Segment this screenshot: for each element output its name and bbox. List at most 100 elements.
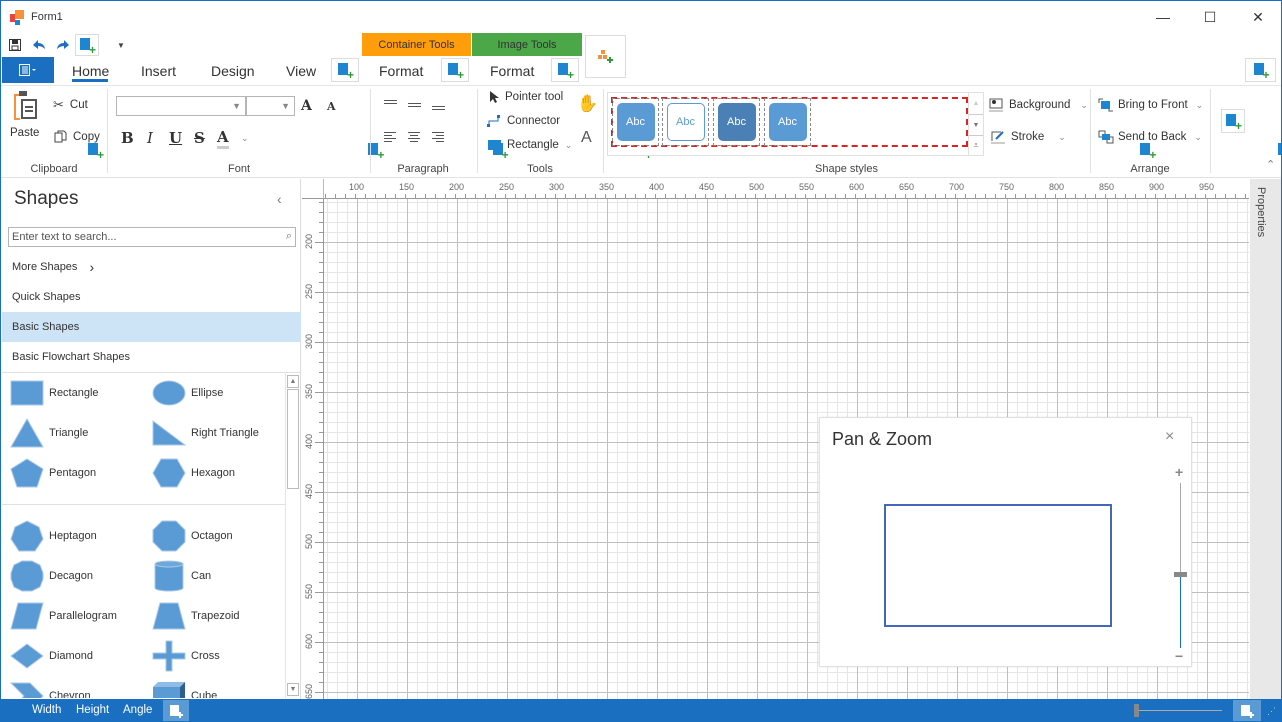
paste-label: Paste: [10, 127, 40, 139]
strikethrough-button[interactable]: S: [194, 129, 205, 147]
shape-item-chevron[interactable]: Chevron: [9, 676, 91, 698]
shape-item-right-triangle[interactable]: Right Triangle: [151, 413, 259, 453]
text-tool-button[interactable]: A: [581, 129, 592, 147]
shrink-font-button[interactable]: A: [327, 100, 336, 113]
resize-grip-icon[interactable]: ⋰: [1267, 706, 1276, 717]
bring-to-front-icon: [1098, 98, 1113, 112]
maximize-button[interactable]: ☐: [1186, 1, 1234, 33]
align-top-icon[interactable]: [384, 100, 397, 104]
underline-button[interactable]: U: [169, 129, 182, 147]
tab-design[interactable]: Design: [211, 57, 255, 84]
shape-item-octagon[interactable]: Octagon: [151, 516, 233, 556]
align-left-icon[interactable]: [384, 132, 396, 142]
arrange-extra-button[interactable]: [1221, 109, 1245, 133]
shape-item-triangle[interactable]: Triangle: [9, 413, 88, 453]
status-customize-button[interactable]: [163, 700, 189, 721]
bring-to-front-button[interactable]: Bring to Front ⌄: [1098, 98, 1203, 112]
qat-dropdown-button[interactable]: ▼: [111, 35, 131, 55]
shape-item-cross[interactable]: Cross: [151, 636, 220, 676]
tab-home[interactable]: Home: [72, 57, 109, 84]
gallery-scroll-up-button[interactable]: ▲: [969, 93, 983, 114]
redo-button[interactable]: [53, 35, 73, 55]
font-size-combo[interactable]: ▼: [246, 96, 295, 116]
view-extra-button[interactable]: [331, 58, 359, 82]
stroke-button[interactable]: Stroke ⌄: [991, 130, 1066, 144]
tab-format-image[interactable]: Format: [490, 57, 534, 84]
shape-style-item[interactable]: Abc: [662, 98, 709, 146]
category-quick-shapes[interactable]: Quick Shapes: [2, 282, 301, 312]
shape-item-ellipse[interactable]: Ellipse: [151, 373, 223, 413]
copy-button[interactable]: Copy: [54, 130, 100, 143]
undo-button[interactable]: [29, 35, 49, 55]
font-family-combo[interactable]: ▼: [116, 96, 246, 116]
font-color-dropdown-icon[interactable]: ⌄: [241, 133, 249, 144]
shapes-scrollbar[interactable]: ▲ ▼: [285, 374, 300, 698]
paste-button[interactable]: Paste: [10, 90, 44, 140]
scroll-up-button[interactable]: ▲: [287, 375, 299, 388]
align-right-icon[interactable]: [432, 132, 444, 142]
shape-item-can[interactable]: Can: [151, 556, 211, 596]
collapse-ribbon-button[interactable]: ⌃: [1266, 158, 1275, 171]
align-middle-icon[interactable]: [408, 103, 421, 107]
file-menu-button[interactable]: [2, 57, 54, 83]
align-center-icon[interactable]: [408, 132, 420, 142]
ribbon-right-button[interactable]: [1245, 58, 1276, 82]
shape-item-rectangle[interactable]: Rectangle: [9, 373, 99, 413]
collapse-panel-button[interactable]: ‹: [277, 191, 282, 207]
gallery-scroll-down-button[interactable]: ▼: [969, 114, 983, 135]
shape-item-trapezoid[interactable]: Trapezoid: [151, 596, 240, 636]
cut-button[interactable]: ✂ Cut: [53, 97, 88, 113]
scroll-thumb[interactable]: [287, 389, 299, 489]
clipboard-dialog-launcher-icon[interactable]: [88, 143, 104, 161]
tab-insert[interactable]: Insert: [141, 57, 176, 84]
arrange-dialog-launcher-icon[interactable]: [1277, 143, 1281, 157]
gallery-expand-button[interactable]: ⩡: [969, 135, 983, 155]
container-tools-button[interactable]: [585, 35, 626, 78]
properties-panel-tab[interactable]: [1250, 179, 1281, 699]
rectangle-tool-button[interactable]: Rectangle ⌄: [488, 139, 572, 151]
save-button[interactable]: [5, 35, 25, 55]
shape-item-pentagon[interactable]: Pentagon: [9, 453, 96, 493]
italic-button[interactable]: I: [147, 129, 153, 147]
zoom-slider-thumb[interactable]: [1174, 571, 1187, 577]
zoom-slider-thumb[interactable]: [1134, 704, 1139, 717]
shape-style-item[interactable]: Abc: [713, 98, 760, 146]
format-image-extra-button[interactable]: [551, 58, 579, 82]
minimize-button[interactable]: —: [1139, 1, 1187, 33]
shape-style-item[interactable]: Abc: [612, 98, 659, 146]
shape-item-decagon[interactable]: Decagon: [9, 556, 93, 596]
close-button[interactable]: ✕: [1234, 1, 1281, 33]
shape-search-input[interactable]: Enter text to search... ⌕: [8, 227, 296, 247]
zoom-slider-track[interactable]: [1134, 710, 1222, 711]
category-more-shapes[interactable]: More Shapes ›: [2, 252, 301, 282]
pan-tool-button[interactable]: ✋: [577, 94, 598, 114]
pan-zoom-close-button[interactable]: ×: [1165, 428, 1174, 446]
shape-item-diamond[interactable]: Diamond: [9, 636, 93, 676]
connector-button[interactable]: Connector: [487, 115, 560, 127]
category-basic-flowchart-shapes[interactable]: Basic Flowchart Shapes: [2, 342, 301, 372]
status-right-button[interactable]: [1233, 700, 1261, 721]
shape-styles-dialog-launcher-icon[interactable]: [1140, 143, 1156, 161]
send-to-back-button[interactable]: Send to Back ⌄: [1098, 130, 1202, 144]
zoom-out-button[interactable]: −: [1175, 648, 1183, 664]
font-color-button[interactable]: A: [217, 128, 229, 149]
zoom-in-button[interactable]: +: [1175, 464, 1183, 480]
customize-button[interactable]: [75, 34, 99, 56]
tab-view[interactable]: View: [286, 57, 316, 84]
shape-item-heptagon[interactable]: Heptagon: [9, 516, 97, 556]
align-bottom-icon[interactable]: [432, 106, 445, 110]
background-button[interactable]: Background ⌄: [989, 98, 1088, 112]
pointer-tool-button[interactable]: Pointer tool: [489, 91, 563, 103]
format-container-extra-button[interactable]: [441, 58, 469, 82]
category-basic-shapes[interactable]: Basic Shapes: [2, 312, 301, 342]
shape-item-cube[interactable]: Cube: [151, 676, 217, 698]
shape-item-hexagon[interactable]: Hexagon: [151, 453, 235, 493]
viewport-rectangle[interactable]: [884, 504, 1112, 627]
bold-button[interactable]: B: [121, 129, 134, 147]
shape-item-parallelogram[interactable]: Parallelogram: [9, 596, 117, 636]
grow-font-button[interactable]: A: [301, 98, 312, 114]
shape-style-item[interactable]: Abc: [764, 98, 811, 146]
scroll-down-button[interactable]: ▼: [287, 683, 299, 696]
separator: [1090, 89, 1091, 173]
tab-format-container[interactable]: Format: [379, 57, 423, 84]
